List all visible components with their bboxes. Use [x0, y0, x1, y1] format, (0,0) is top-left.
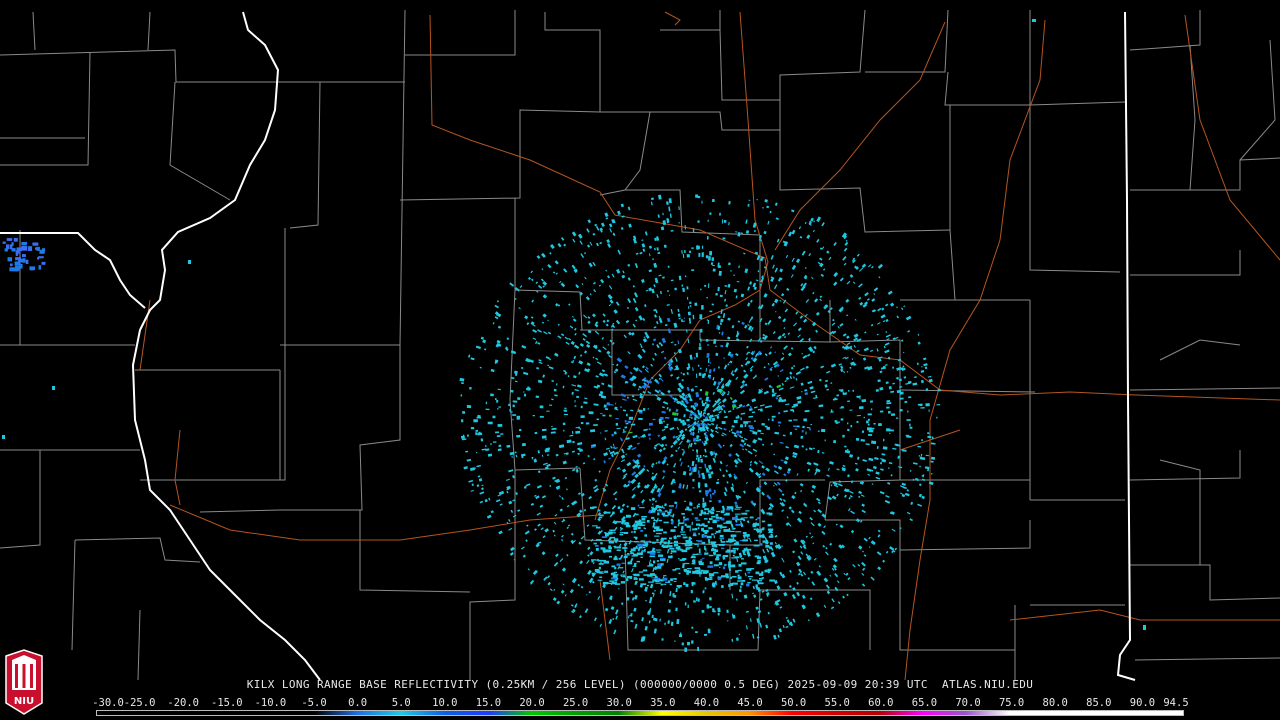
radar-echoes: [2, 194, 941, 652]
dbz-scale-label: 85.0: [1086, 697, 1112, 709]
dbz-scale-label: 5.0: [391, 697, 411, 709]
dbz-scale-label: 25.0: [562, 697, 589, 709]
dbz-scale-label: 35.0: [650, 697, 676, 709]
dbz-scale-label: 40.0: [693, 697, 720, 709]
dbz-scale-label: -10.0: [254, 697, 287, 709]
dbz-scale-label: 50.0: [780, 697, 807, 709]
dbz-scale-label: 94.5: [1163, 697, 1189, 709]
dbz-scale-label: -15.0: [210, 697, 243, 709]
state-boundaries: [0, 11, 1136, 681]
dbz-scale-label: 75.0: [998, 697, 1025, 709]
niu-logo: NIU: [5, 649, 43, 715]
dbz-scale-label: -30.0: [92, 697, 124, 709]
dbz-scale-label: 10.0: [432, 697, 458, 709]
dbz-scale-label: -25.0: [123, 697, 156, 709]
radar-map: [0, 9, 1280, 681]
dbz-scale-label: 65.0: [911, 697, 938, 709]
dbz-scale-label: 90.0: [1129, 697, 1156, 709]
dbz-scale-label: 80.0: [1042, 697, 1068, 709]
dbz-scale-label: -20.0: [167, 697, 199, 709]
dbz-scale-label: 20.0: [519, 697, 545, 709]
dbz-scale-labels: -30.0 -25.0 -20.0 -15.0 -10.0 -5.0 0.0 5.0 10.0 1…: [92, 697, 1189, 709]
product-caption: KILX LONG RANGE BASE REFLECTIVITY (0.25K…: [246, 678, 1034, 691]
dbz-scale-label: 15.0: [475, 697, 502, 709]
dbz-scale-label: 45.0: [737, 697, 763, 709]
dbz-scale-label: 30.0: [606, 697, 632, 709]
dbz-scale-label: 60.0: [868, 697, 894, 709]
dbz-scale-label: 70.0: [955, 697, 981, 709]
niu-logo-text: NIU: [14, 696, 34, 707]
dbz-scale-label: 0.0: [348, 697, 368, 709]
dbz-scale-label: 55.0: [824, 697, 850, 709]
dbz-color-scale: [96, 710, 1184, 716]
dbz-scale-label: -5.0: [301, 697, 327, 709]
